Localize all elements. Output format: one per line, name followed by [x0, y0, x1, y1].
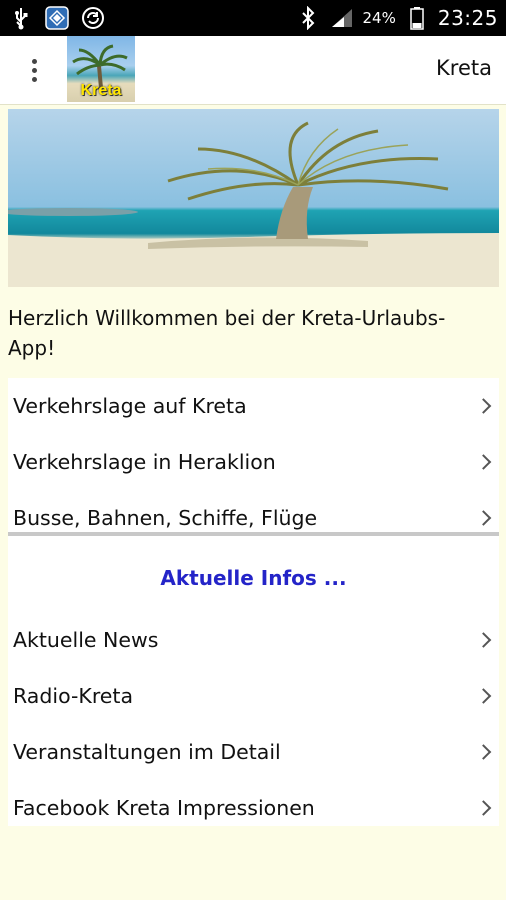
list-item-events[interactable]: Veranstaltungen im Detail: [8, 724, 499, 780]
chevron-right-icon: [475, 800, 492, 816]
battery-percent: 24%: [362, 9, 396, 27]
menu-dot: [31, 58, 37, 64]
app-notification-icon: [44, 5, 70, 31]
app-toolbar: Kreta Kreta: [0, 36, 506, 105]
chevron-right-icon: [475, 688, 492, 704]
battery-icon: [404, 5, 430, 31]
info-menu: Aktuelle Infos ... Aktuelle News Radio-K…: [8, 544, 499, 826]
list-item-label: Aktuelle News: [13, 628, 159, 652]
chevron-right-icon: [475, 398, 492, 414]
chevron-right-icon: [475, 510, 492, 526]
list-item-label: Verkehrslage auf Kreta: [13, 394, 247, 418]
list-item-verkehrslage-kreta[interactable]: Verkehrslage auf Kreta: [8, 378, 499, 434]
status-bar: 24% 23:25: [0, 0, 506, 36]
app-logo[interactable]: Kreta: [67, 36, 135, 102]
menu-dot: [31, 76, 37, 82]
list-item-news[interactable]: Aktuelle News: [8, 612, 499, 668]
signal-icon: [329, 5, 355, 31]
list-item-label: Busse, Bahnen, Schiffe, Flüge: [13, 506, 318, 530]
welcome-text: Herzlich Willkommen bei der Kreta-Urlaub…: [8, 306, 446, 360]
list-item-radio[interactable]: Radio-Kreta: [8, 668, 499, 724]
list-item-label: Facebook Kreta Impressionen: [13, 796, 315, 820]
list-item-facebook[interactable]: Facebook Kreta Impressionen: [8, 780, 499, 836]
chevron-right-icon: [475, 632, 492, 648]
system-icons: 24% 23:25: [295, 4, 498, 32]
transport-menu: Verkehrslage auf Kreta Verkehrslage in H…: [8, 378, 499, 532]
clock: 23:25: [437, 6, 498, 30]
sync-icon: [80, 5, 106, 31]
menu-dot: [31, 67, 37, 73]
list-item-label: Radio-Kreta: [13, 684, 134, 708]
chevron-right-icon: [475, 744, 492, 760]
usb-icon: [8, 5, 34, 31]
list-item-verkehrslage-heraklion[interactable]: Verkehrslage in Heraklion: [8, 434, 499, 490]
section-title: Aktuelle Infos ...: [160, 566, 347, 590]
app-logo-label: Kreta: [80, 82, 122, 99]
chevron-right-icon: [475, 454, 492, 470]
list-item-label: Verkehrslage in Heraklion: [13, 450, 276, 474]
notification-icons: [8, 4, 106, 32]
overflow-menu-button[interactable]: [20, 54, 48, 86]
hero-beach-image: [8, 109, 499, 287]
section-divider: [8, 532, 499, 544]
palm-beach-illustration: [8, 121, 499, 287]
page-title: Kreta: [436, 56, 492, 80]
bluetooth-icon: [295, 5, 321, 31]
list-item-label: Veranstaltungen im Detail: [13, 740, 281, 764]
